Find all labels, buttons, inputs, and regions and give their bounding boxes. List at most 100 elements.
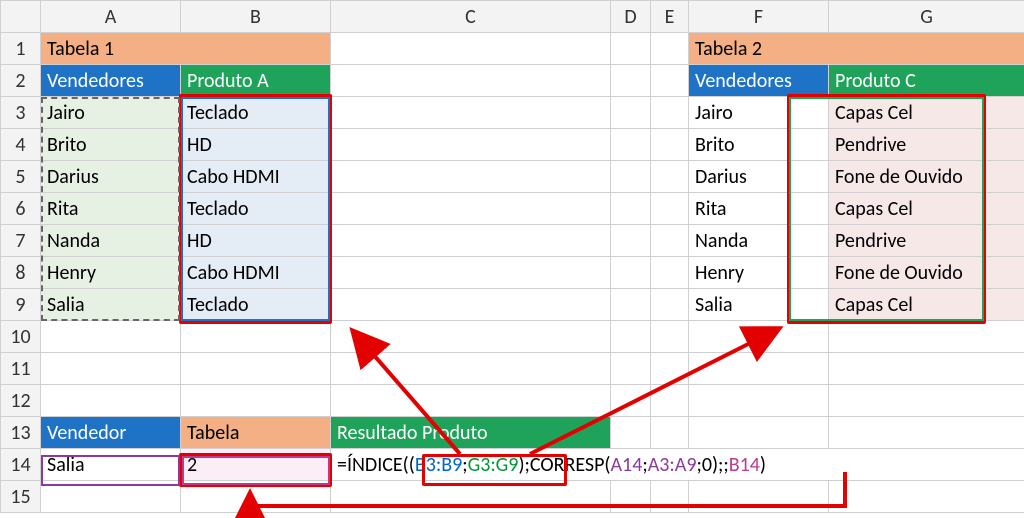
- cell-B9[interactable]: Teclado: [181, 289, 331, 321]
- cell-A15[interactable]: [41, 481, 181, 513]
- cell-B10[interactable]: [181, 321, 331, 353]
- cell-C7[interactable]: [331, 225, 611, 257]
- column-header-row[interactable]: A B C D E F G H: [1, 1, 1024, 33]
- cell-D11[interactable]: [611, 353, 651, 385]
- cell-C11[interactable]: [331, 353, 611, 385]
- tabela1-header-vendedores[interactable]: Vendedores: [41, 65, 181, 97]
- cell-B3[interactable]: Teclado: [181, 97, 331, 129]
- cell-C5[interactable]: [331, 161, 611, 193]
- cell-E2[interactable]: [651, 65, 689, 97]
- cell-B15[interactable]: [181, 481, 331, 513]
- cell-F9[interactable]: Salia: [689, 289, 829, 321]
- cell-E13[interactable]: [651, 417, 689, 449]
- cell-G10[interactable]: [829, 321, 1024, 353]
- cell-F11[interactable]: [689, 353, 829, 385]
- cell-G13[interactable]: [829, 417, 1024, 449]
- cell-G9[interactable]: Capas Cel: [829, 289, 1024, 321]
- cell-C8[interactable]: [331, 257, 611, 289]
- cell-B4[interactable]: HD: [181, 129, 331, 161]
- cell-E7[interactable]: [651, 225, 689, 257]
- cell-F15[interactable]: [689, 481, 829, 513]
- lookup-header-tabela[interactable]: Tabela: [181, 417, 331, 449]
- cell-A14[interactable]: Salia: [41, 449, 181, 481]
- cell-G12[interactable]: [829, 385, 1024, 417]
- cell-G7[interactable]: Pendrive: [829, 225, 1024, 257]
- cell-B14[interactable]: 2: [181, 449, 331, 481]
- cell-C10[interactable]: [331, 321, 611, 353]
- cell-A10[interactable]: [41, 321, 181, 353]
- cell-E11[interactable]: [651, 353, 689, 385]
- cell-D7[interactable]: [611, 225, 651, 257]
- cell-F13[interactable]: [689, 417, 829, 449]
- cell-E1[interactable]: [651, 33, 689, 65]
- cell-D5[interactable]: [611, 161, 651, 193]
- cell-A3[interactable]: Jairo: [41, 97, 181, 129]
- cell-C15[interactable]: [331, 481, 611, 513]
- cell-D13[interactable]: [611, 417, 651, 449]
- cell-B8[interactable]: Cabo HDMI: [181, 257, 331, 289]
- row-header-10[interactable]: 10: [1, 321, 41, 353]
- cell-C2[interactable]: [331, 65, 611, 97]
- cell-F8[interactable]: Henry: [689, 257, 829, 289]
- row-header-15[interactable]: 15: [1, 481, 41, 513]
- cell-F5[interactable]: Darius: [689, 161, 829, 193]
- tabela2-header-vendedores[interactable]: Vendedores: [689, 65, 829, 97]
- cell-G11[interactable]: [829, 353, 1024, 385]
- cell-D10[interactable]: [611, 321, 651, 353]
- cell-E6[interactable]: [651, 193, 689, 225]
- cell-G5[interactable]: Fone de Ouvido: [829, 161, 1024, 193]
- cell-E5[interactable]: [651, 161, 689, 193]
- cell-D1[interactable]: [611, 33, 651, 65]
- cell-C4[interactable]: [331, 129, 611, 161]
- row-header-1[interactable]: 1: [1, 33, 41, 65]
- cell-F6[interactable]: Rita: [689, 193, 829, 225]
- col-header-C[interactable]: C: [331, 1, 611, 33]
- cell-E10[interactable]: [651, 321, 689, 353]
- cell-B7[interactable]: HD: [181, 225, 331, 257]
- cell-E8[interactable]: [651, 257, 689, 289]
- cell-G8[interactable]: Fone de Ouvido: [829, 257, 1024, 289]
- cell-C1[interactable]: [331, 33, 611, 65]
- row-header-13[interactable]: 13: [1, 417, 41, 449]
- cell-F12[interactable]: [689, 385, 829, 417]
- cell-F3[interactable]: Jairo: [689, 97, 829, 129]
- cell-C9[interactable]: [331, 289, 611, 321]
- cell-G3[interactable]: Capas Cel: [829, 97, 1024, 129]
- select-all-corner[interactable]: [1, 1, 41, 33]
- lookup-header-resultado[interactable]: Resultado Produto: [331, 417, 611, 449]
- col-header-G[interactable]: G: [829, 1, 1024, 33]
- row-header-5[interactable]: 5: [1, 161, 41, 193]
- row-header-6[interactable]: 6: [1, 193, 41, 225]
- tabela1-header-produto[interactable]: Produto A: [181, 65, 331, 97]
- cell-A8[interactable]: Henry: [41, 257, 181, 289]
- cell-C6[interactable]: [331, 193, 611, 225]
- cell-B5[interactable]: Cabo HDMI: [181, 161, 331, 193]
- cell-A7[interactable]: Nanda: [41, 225, 181, 257]
- cell-B12[interactable]: [181, 385, 331, 417]
- cell-C3[interactable]: [331, 97, 611, 129]
- cell-F7[interactable]: Nanda: [689, 225, 829, 257]
- row-header-3[interactable]: 3: [1, 97, 41, 129]
- cell-D12[interactable]: [611, 385, 651, 417]
- col-header-F[interactable]: F: [689, 1, 829, 33]
- cell-C14-formula[interactable]: =ÍNDICE((B3:B9;G3:G9);CORRESP(A14;A3:A9;…: [331, 449, 1024, 481]
- cell-C12[interactable]: [331, 385, 611, 417]
- row-header-11[interactable]: 11: [1, 353, 41, 385]
- cell-A9[interactable]: Salia: [41, 289, 181, 321]
- cell-E12[interactable]: [651, 385, 689, 417]
- tabela2-header-produto[interactable]: Produto C: [829, 65, 1024, 97]
- cell-D2[interactable]: [611, 65, 651, 97]
- cell-A12[interactable]: [41, 385, 181, 417]
- cell-G4[interactable]: Pendrive: [829, 129, 1024, 161]
- row-header-2[interactable]: 2: [1, 65, 41, 97]
- tabela1-title[interactable]: Tabela 1: [41, 33, 331, 65]
- cell-B11[interactable]: [181, 353, 331, 385]
- cell-E9[interactable]: [651, 289, 689, 321]
- row-header-9[interactable]: 9: [1, 289, 41, 321]
- cell-E3[interactable]: [651, 97, 689, 129]
- cell-E15[interactable]: [651, 481, 689, 513]
- col-header-B[interactable]: B: [181, 1, 331, 33]
- cell-F4[interactable]: Brito: [689, 129, 829, 161]
- cell-A11[interactable]: [41, 353, 181, 385]
- cell-D6[interactable]: [611, 193, 651, 225]
